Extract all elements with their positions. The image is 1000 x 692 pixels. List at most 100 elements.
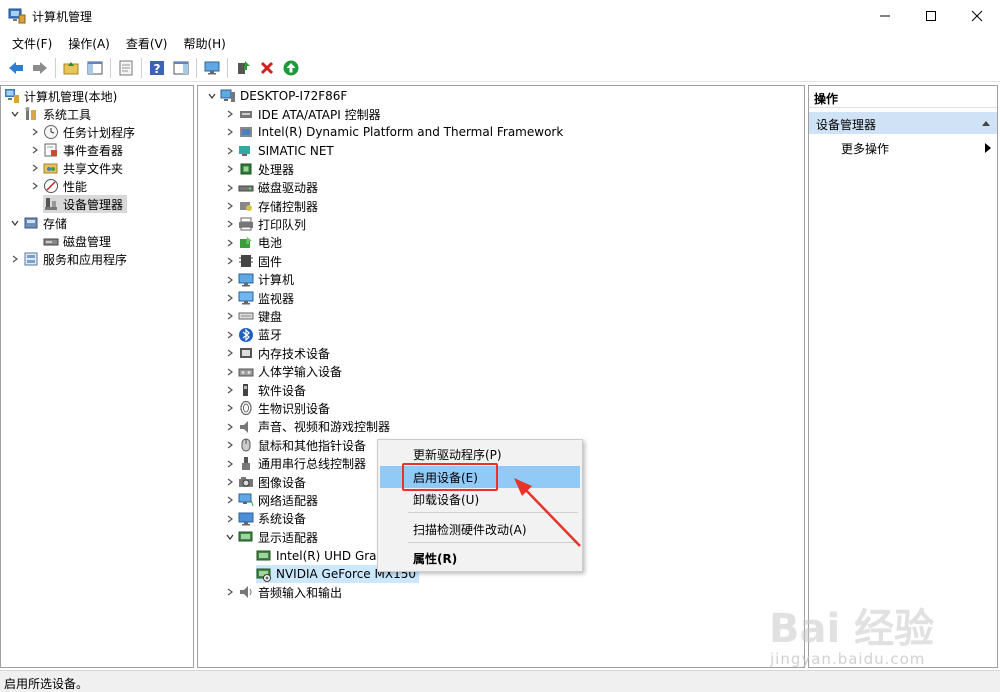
menu-help[interactable]: 帮助(H) — [177, 33, 231, 54]
device-category[interactable]: Intel(R) Dynamic Platform and Thermal Fr… — [224, 123, 563, 141]
chevron-right-icon[interactable] — [29, 144, 41, 156]
chevron-right-icon[interactable] — [224, 237, 236, 249]
device-category[interactable]: 处理器 — [224, 160, 294, 178]
device-category[interactable]: 计算机 — [224, 271, 294, 289]
tree-item-disk-management[interactable]: 磁盘管理 — [43, 232, 111, 250]
chevron-right-icon[interactable] — [224, 145, 236, 157]
chevron-right-icon[interactable] — [224, 218, 236, 230]
chevron-right-icon[interactable] — [224, 292, 236, 304]
properties-button[interactable] — [114, 56, 138, 80]
chevron-right-icon[interactable] — [224, 513, 236, 525]
device-category[interactable]: 人体学输入设备 — [224, 363, 342, 381]
more-actions-item[interactable]: 更多操作 — [841, 138, 991, 158]
menu-view[interactable]: 查看(V) — [120, 33, 174, 54]
device-category[interactable]: 软件设备 — [224, 381, 306, 399]
device-category[interactable]: 蓝牙 — [224, 326, 282, 344]
action-pane-toggle-button[interactable] — [169, 56, 193, 80]
update-driver-button[interactable] — [231, 56, 255, 80]
chevron-right-icon[interactable] — [224, 182, 236, 194]
chevron-right-icon[interactable] — [224, 200, 236, 212]
back-button[interactable] — [4, 56, 28, 80]
chevron-right-icon[interactable] — [224, 586, 236, 598]
device-category[interactable]: 电池 — [224, 234, 282, 252]
device-category[interactable]: 网络适配器 — [224, 491, 318, 509]
chevron-right-icon[interactable] — [224, 310, 236, 322]
up-folder-button[interactable] — [59, 56, 83, 80]
uninstall-device-button[interactable] — [255, 56, 279, 80]
device-item[interactable]: Intel(R) UHD Grap — [256, 547, 384, 565]
chevron-down-icon[interactable] — [224, 531, 236, 543]
device-category[interactable]: 音频输入和输出 — [224, 583, 342, 601]
chevron-right-icon[interactable] — [224, 329, 236, 341]
simatic-net-icon — [238, 143, 254, 159]
tree-item-event-viewer[interactable]: 事件查看器 — [29, 141, 123, 159]
scan-hardware-button[interactable] — [200, 56, 224, 80]
tree-item-shared-folders[interactable]: 共享文件夹 — [29, 159, 123, 177]
chevron-down-icon[interactable] — [9, 108, 21, 120]
device-category[interactable]: IDE ATA/ATAPI 控制器 — [224, 105, 381, 123]
chevron-down-icon[interactable] — [9, 217, 21, 229]
keyboard-icon — [238, 308, 254, 324]
maximize-button[interactable] — [908, 0, 954, 32]
device-category[interactable]: 打印队列 — [224, 215, 306, 233]
chevron-right-icon[interactable] — [224, 384, 236, 396]
enable-device-button[interactable] — [279, 56, 303, 80]
tree-item-label: 性能 — [63, 179, 88, 194]
chevron-right-icon[interactable] — [224, 439, 236, 451]
chevron-right-icon[interactable] — [224, 163, 236, 175]
device-label: 声音、视频和游戏控制器 — [258, 420, 391, 435]
menu-item-update-driver[interactable]: 更新驱动程序(P) — [380, 443, 580, 465]
device-category[interactable]: 内存技术设备 — [224, 344, 330, 362]
close-button[interactable] — [954, 0, 1000, 32]
menu-action[interactable]: 操作(A) — [62, 33, 116, 54]
device-tree-root[interactable]: DESKTOP-I72F86F — [206, 87, 347, 105]
chevron-right-icon[interactable] — [29, 180, 41, 192]
tree-item-services-applications[interactable]: 服务和应用程序 — [9, 250, 127, 268]
processor-icon — [238, 161, 254, 177]
toolbar-separator — [196, 57, 197, 78]
tree-item-storage[interactable]: 存储 — [9, 214, 67, 232]
chevron-right-icon[interactable] — [224, 421, 236, 433]
tree-item-computer-management[interactable]: 计算机管理(本地) — [4, 87, 117, 105]
chevron-right-icon[interactable] — [29, 162, 41, 174]
tree-item-label: 计算机管理(本地) — [24, 89, 118, 104]
help-button[interactable]: ? — [145, 56, 169, 80]
chevron-right-icon[interactable] — [224, 347, 236, 359]
device-category[interactable]: 存储控制器 — [224, 197, 318, 215]
device-category[interactable]: 声音、视频和游戏控制器 — [224, 418, 390, 436]
chevron-right-icon[interactable] — [224, 274, 236, 286]
chevron-right-icon[interactable] — [29, 126, 41, 138]
device-category[interactable]: 磁盘驱动器 — [224, 179, 318, 197]
minimize-button[interactable] — [862, 0, 908, 32]
chevron-right-icon[interactable] — [224, 458, 236, 470]
device-category[interactable]: 固件 — [224, 252, 282, 270]
chevron-right-icon[interactable] — [224, 108, 236, 120]
tree-item-performance[interactable]: 性能 — [29, 177, 87, 195]
device-category[interactable]: SIMATIC NET — [224, 142, 334, 160]
device-category[interactable]: 通用串行总线控制器 — [224, 455, 366, 473]
chevron-right-icon[interactable] — [224, 476, 236, 488]
device-category[interactable]: 系统设备 — [224, 510, 306, 528]
forward-button[interactable] — [28, 56, 52, 80]
tree-item-task-scheduler[interactable]: 任务计划程序 — [29, 123, 135, 141]
chevron-right-icon[interactable] — [224, 366, 236, 378]
chevron-down-icon[interactable] — [206, 90, 218, 102]
tree-item-device-manager[interactable]: 设备管理器 — [43, 195, 128, 213]
actions-section-device-manager[interactable]: 设备管理器 — [809, 112, 997, 134]
chevron-right-icon[interactable] — [224, 494, 236, 506]
tree-item-system-tools[interactable]: 系统工具 — [9, 105, 91, 123]
mouse-icon — [238, 437, 254, 453]
chevron-right-icon[interactable] — [224, 402, 236, 414]
device-category[interactable]: 图像设备 — [224, 473, 306, 491]
chevron-right-icon[interactable] — [224, 255, 236, 267]
device-category[interactable]: 显示适配器 — [224, 528, 318, 546]
device-category[interactable]: 生物识别设备 — [224, 399, 330, 417]
device-category[interactable]: 键盘 — [224, 307, 282, 325]
menu-file[interactable]: 文件(F) — [6, 33, 58, 54]
device-category[interactable]: 监视器 — [224, 289, 294, 307]
chevron-right-icon[interactable] — [9, 253, 21, 265]
device-category[interactable]: 鼠标和其他指针设备 — [224, 436, 366, 454]
chevron-right-icon[interactable] — [224, 126, 236, 138]
show-tree-button[interactable] — [83, 56, 107, 80]
device-label: 音频输入和输出 — [258, 585, 343, 600]
